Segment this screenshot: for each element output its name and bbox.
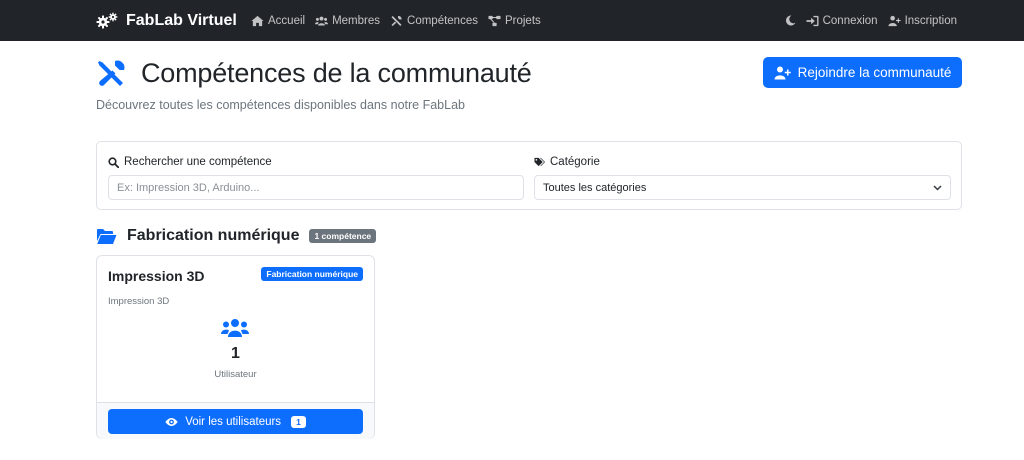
users-icon: [315, 16, 329, 25]
page-subtitle: Découvrez toutes les compétences disponi…: [96, 98, 465, 112]
nav-user-links: Connexion Inscription: [785, 0, 957, 41]
nav-link-members[interactable]: Membres: [315, 15, 380, 27]
search-input[interactable]: Ex: Impression 3D, Arduino...: [108, 175, 524, 200]
filter-card: Rechercher une compétence Ex: Impression…: [96, 141, 962, 210]
brand-link[interactable]: FabLab Virtuel: [96, 0, 237, 41]
moon-icon: [785, 15, 796, 26]
skill-description: Impression 3D: [108, 296, 170, 307]
nav-link-projects-label: Projets: [504, 14, 541, 27]
category-label-text: Catégorie: [550, 156, 600, 168]
view-users-button[interactable]: Voir les utilisateurs 1: [108, 409, 363, 434]
nav-link-members-label: Membres: [332, 14, 381, 27]
view-users-count-badge: 1: [291, 415, 306, 428]
category-selected-value: Toutes les catégories: [543, 181, 647, 194]
tools-icon: [391, 15, 402, 26]
skill-card: Impression 3D Fabrication numérique Impr…: [96, 255, 375, 439]
search-icon: [108, 156, 119, 168]
user-count-label: Utilisateur: [214, 369, 257, 380]
nav-link-home-label: Accueil: [268, 14, 306, 27]
tools-icon: [98, 60, 125, 86]
category-heading: Fabrication numérique 1 compétence: [96, 227, 377, 245]
nav-link-projects[interactable]: Projets: [488, 15, 541, 27]
sign-in-icon: [806, 15, 819, 26]
chevron-down-icon: [933, 185, 942, 191]
brand-name: FabLab Virtuel: [126, 11, 237, 29]
view-users-label: Voir les utilisateurs: [185, 415, 282, 428]
user-count: 1: [231, 345, 240, 362]
eye-icon: [165, 417, 178, 426]
category-select[interactable]: Toutes les catégories: [534, 175, 951, 200]
project-diagram-icon: [488, 15, 501, 26]
nav-link-register-label: Inscription: [904, 14, 957, 27]
search-label-text: Rechercher une compétence: [124, 156, 272, 168]
users-icon: [221, 319, 249, 337]
search-label: Rechercher une compétence: [108, 156, 272, 168]
home-icon: [251, 15, 264, 26]
navbar: FabLab Virtuel Accueil Membres Compétenc…: [0, 0, 1024, 41]
theme-toggle[interactable]: [785, 15, 796, 26]
card-footer: Voir les utilisateurs 1: [97, 402, 374, 439]
join-community-button[interactable]: Rejoindre la communauté: [763, 57, 962, 88]
category-label: Catégorie: [534, 156, 600, 168]
gears-icon: [96, 12, 118, 28]
nav-link-skills-label: Compétences: [407, 14, 478, 27]
skill-title: Impression 3D: [108, 268, 205, 284]
tags-icon: [534, 157, 545, 166]
nav-main-links: Accueil Membres Compétences Projets: [251, 0, 541, 41]
join-community-label: Rejoindre la communauté: [797, 65, 952, 80]
page-title: Compétences de la communauté: [141, 58, 532, 88]
folder-open-icon: [97, 228, 117, 244]
user-plus-icon: [888, 15, 901, 26]
nav-link-login-label: Connexion: [822, 14, 878, 27]
nav-link-register[interactable]: Inscription: [888, 15, 957, 27]
nav-link-home[interactable]: Accueil: [251, 15, 305, 27]
search-placeholder: Ex: Impression 3D, Arduino...: [117, 181, 260, 194]
category-name: Fabrication numérique: [127, 227, 300, 244]
user-plus-icon: [774, 66, 791, 79]
nav-link-login[interactable]: Connexion: [806, 15, 878, 27]
category-count-badge: 1 compétence: [309, 229, 377, 243]
nav-link-skills[interactable]: Compétences: [390, 15, 478, 27]
skill-category-badge: Fabrication numérique: [261, 267, 363, 281]
